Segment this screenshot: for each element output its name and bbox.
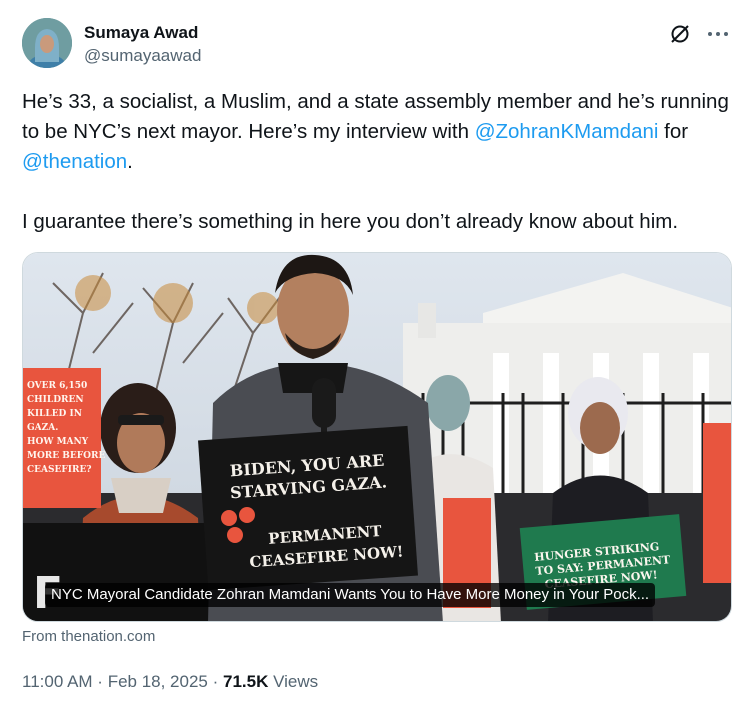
left-sign-line4: GAZA.	[27, 423, 58, 433]
more-options-icon[interactable]	[704, 22, 732, 46]
card-source[interactable]: From thenation.com	[22, 627, 155, 647]
tweet-text-period: .	[127, 150, 133, 173]
left-sign-line3: KILLED IN	[27, 409, 82, 419]
meta-separator: ·	[92, 672, 108, 691]
tweet-date[interactable]: Feb 18, 2025	[108, 672, 208, 691]
meta-separator: ·	[207, 672, 223, 691]
left-sign-line5: HOW MANY	[27, 437, 89, 447]
tweet-time[interactable]: 11:00 AM	[22, 672, 93, 691]
left-sign-line1: OVER 6,150	[27, 381, 87, 391]
mention-link-zohran[interactable]: @ZohranKMamdani	[475, 120, 659, 143]
views-label: Views	[268, 672, 319, 691]
views-count: 71.5K	[223, 672, 269, 691]
tweet-text-for: for	[658, 120, 694, 143]
left-sign-line2: CHILDREN	[27, 395, 84, 405]
author-handle[interactable]: @sumayaawad	[84, 44, 201, 68]
left-sign-line6: MORE BEFORE	[27, 451, 105, 461]
tweet-header: Sumaya Awad @sumayaawad	[22, 18, 732, 70]
tweet-meta: 11:00 AM · Feb 18, 2025 · 71.5K Views	[22, 670, 318, 694]
tweet-text-line2: I guarantee there’s something in here yo…	[22, 210, 679, 233]
left-sign: OVER 6,150 CHILDREN KILLED IN GAZA. HOW …	[23, 368, 105, 508]
left-sign-line7: CEASEFIRE?	[27, 465, 92, 475]
author-display-name[interactable]: Sumaya Awad	[84, 22, 201, 44]
author-names: Sumaya Awad @sumayaawad	[84, 22, 201, 68]
mention-link-thenation[interactable]: @thenation	[22, 150, 127, 173]
tweet-text: He’s 33, a socialist, a Muslim, and a st…	[22, 87, 734, 237]
link-card[interactable]: OVER 6,150 CHILDREN KILLED IN GAZA. HOW …	[22, 252, 732, 622]
card-photo: OVER 6,150 CHILDREN KILLED IN GAZA. HOW …	[23, 253, 731, 621]
avatar-image	[22, 18, 72, 68]
card-title-caption[interactable]: NYC Mayoral Candidate Zohran Mamdani Wan…	[45, 583, 656, 607]
grok-icon[interactable]	[668, 22, 692, 46]
author-avatar[interactable]	[22, 18, 72, 68]
center-sign: BIDEN, YOU ARE STARVING GAZA. PERMANENT …	[198, 425, 418, 591]
